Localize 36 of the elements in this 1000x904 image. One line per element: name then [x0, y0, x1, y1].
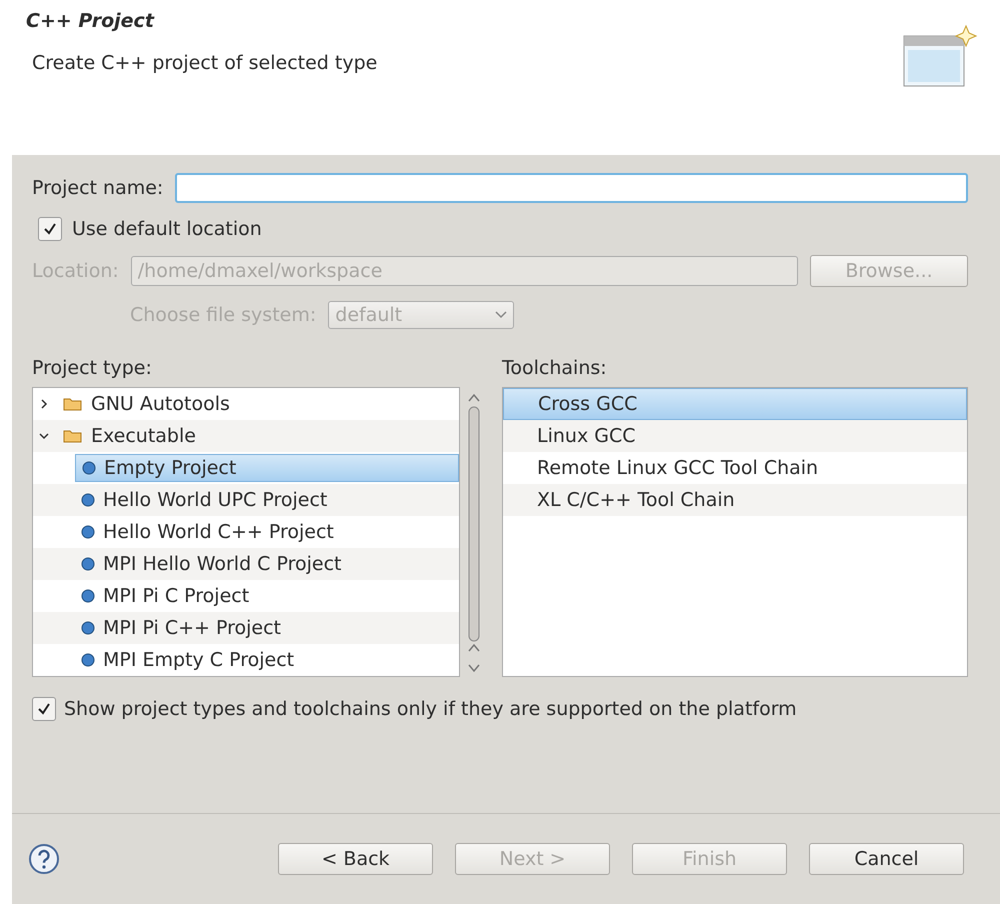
tree-item[interactable]: MPI Empty C Project [75, 647, 300, 673]
wizard-button[interactable]: < Back [278, 843, 433, 875]
project-bullet-icon [82, 461, 96, 475]
wizard-button[interactable]: Cancel [809, 843, 964, 875]
tree-item[interactable]: Empty Project [75, 454, 459, 482]
folder-icon [63, 396, 83, 412]
expander-icon[interactable] [39, 431, 49, 441]
dialog-subtitle: Create C++ project of selected type [32, 52, 378, 74]
caret-icon [495, 311, 508, 319]
list-item[interactable]: Remote Linux GCC Tool Chain [503, 452, 967, 484]
project-bullet-icon [81, 557, 95, 571]
checkbox[interactable] [38, 217, 62, 241]
tree-item[interactable]: GNU Autotools [57, 391, 236, 417]
checkmark-icon [43, 222, 57, 236]
project-bullet-icon [81, 493, 95, 507]
project-name-label: Project name: [32, 177, 164, 199]
project-bullet-icon [81, 621, 95, 635]
project-bullet-icon [81, 653, 95, 667]
project-bullet-icon [81, 525, 95, 539]
project-type-label: Project type: [32, 357, 153, 379]
project-name-field[interactable] [175, 173, 968, 203]
use-default-location-label: Use default location [72, 218, 262, 240]
checkbox[interactable] [32, 697, 56, 721]
tree-item[interactable]: MPI Pi C Project [75, 583, 256, 609]
expander-icon[interactable] [39, 399, 49, 409]
list-item[interactable]: XL C/C++ Tool Chain [503, 484, 967, 516]
toolchains-label: Toolchains: [502, 357, 608, 379]
help-icon[interactable] [28, 843, 60, 875]
list-item[interactable]: Cross GCC [503, 388, 967, 420]
list-item[interactable]: Linux GCC [503, 420, 967, 452]
checkmark-icon [37, 702, 51, 716]
folder-icon [63, 428, 83, 444]
dialog-title: C++ Project [26, 10, 156, 32]
show-supported-label: Show project types and toolchains only if they are supported on the platform [64, 698, 797, 720]
project-bullet-icon [81, 589, 95, 603]
tree-item[interactable]: Hello World C++ Project [75, 519, 340, 545]
